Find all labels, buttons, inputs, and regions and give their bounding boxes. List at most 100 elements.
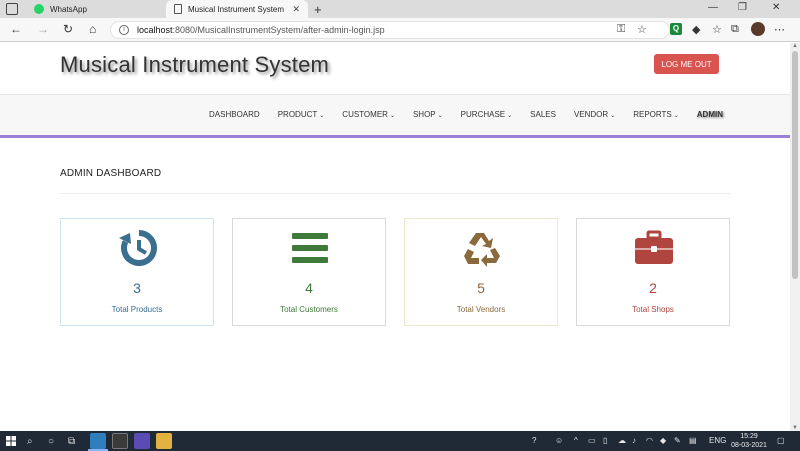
volume-icon[interactable]: ♪	[632, 436, 636, 445]
nav-purchase[interactable]: PURCHASE ⌄	[461, 110, 512, 119]
more-icon[interactable]: ⋯	[774, 23, 785, 36]
history-icon	[119, 230, 157, 266]
tray-chevron-icon[interactable]: ^	[574, 436, 578, 445]
briefcase-icon	[635, 230, 673, 264]
total-vendors-card[interactable]: 5 Total Vendors	[404, 218, 558, 326]
wifi-icon[interactable]: ◠	[646, 436, 653, 445]
main-navbar: DASHBOARD PRODUCT ⌄ CUSTOMER ⌄ SHOP ⌄ PURCH…	[0, 95, 790, 138]
search-icon[interactable]: ⌕	[27, 436, 33, 447]
clock-time: 15:29	[740, 433, 758, 440]
nav-label: DASHBOARD	[209, 110, 260, 119]
tab-musical-instrument-system[interactable]: Musical Instrument System ✕	[166, 0, 308, 18]
favorite-add-icon[interactable]: ☆	[637, 23, 647, 36]
taskbar: ⌕ ○ ⧉ ? ☺ ^ ▭ ▯ ☁ ♪ ◠ ◆ ✎ ▤ ENG 15:29 08…	[0, 431, 800, 451]
card-value: 3	[133, 280, 141, 296]
minimize-icon[interactable]: —	[708, 2, 718, 13]
network-icon[interactable]: ▤	[689, 436, 697, 445]
nav-label: REPORTS	[633, 110, 672, 119]
card-value: 5	[477, 280, 485, 296]
cortana-icon[interactable]: ○	[48, 436, 54, 447]
tab-actions-icon[interactable]	[6, 3, 18, 15]
clock-date: 08-03-2021	[731, 442, 767, 449]
total-customers-card[interactable]: 4 Total Customers	[232, 218, 386, 326]
total-shops-card[interactable]: 2 Total Shops	[576, 218, 730, 326]
tab-strip: WhatsApp Musical Instrument System ✕ + —…	[0, 0, 800, 18]
system-clock[interactable]: 15:29 08-03-2021	[730, 432, 768, 450]
restore-icon[interactable]: ❐	[738, 2, 747, 13]
chevron-down-icon: ⌄	[437, 113, 443, 119]
file-explorer-icon[interactable]	[156, 433, 172, 449]
scrollbar-thumb[interactable]	[792, 51, 798, 279]
site-title: Musical Instrument System	[60, 52, 330, 77]
settings-app-icon[interactable]	[134, 433, 150, 449]
url-host: localhost	[137, 25, 173, 35]
chevron-down-icon: ⌄	[319, 113, 325, 119]
nav-label: ADMIN	[696, 110, 723, 119]
nav-admin[interactable]: ADMIN	[697, 110, 723, 119]
dropbox-icon[interactable]: ◆	[692, 23, 700, 36]
browser-toolbar: ← → ↻ ⌂ i localhost :8080/MusicalInstrum…	[0, 18, 800, 42]
language-indicator[interactable]: ENG	[709, 436, 726, 445]
key-icon[interactable]: ⚿	[617, 23, 625, 36]
back-icon[interactable]: ←	[10, 22, 22, 36]
phone-icon[interactable]: ▯	[603, 436, 607, 445]
notification-icon[interactable]: ▢	[777, 436, 785, 445]
card-value: 2	[649, 280, 657, 296]
site-header: Musical Instrument System LOG ME OUT	[0, 43, 790, 95]
scroll-up-icon[interactable]: ▲	[792, 43, 798, 49]
chevron-down-icon: ⌄	[507, 113, 513, 119]
close-window-icon[interactable]: ✕	[772, 2, 780, 13]
task-view-icon[interactable]: ⧉	[68, 436, 75, 447]
nav-label: VENDOR	[573, 110, 609, 119]
edge-app-icon[interactable]	[90, 433, 106, 449]
info-icon[interactable]: i	[119, 25, 129, 35]
profile-avatar[interactable]	[751, 22, 765, 36]
tab-title: Musical Instrument System	[188, 4, 285, 14]
page-scrollbar[interactable]: ▲ ▼	[790, 43, 800, 431]
page-title: ADMIN DASHBOARD	[60, 168, 162, 179]
card-label: Total Vendors	[456, 305, 506, 314]
pen-icon[interactable]: ✎	[674, 436, 681, 445]
chevron-down-icon: ⌄	[389, 113, 395, 119]
help-icon[interactable]: ?	[532, 436, 536, 445]
tab-whatsapp[interactable]: WhatsApp	[28, 0, 164, 18]
collections-icon[interactable]: ⧉	[731, 23, 739, 36]
home-icon[interactable]: ⌂	[89, 22, 96, 36]
card-label: Total Customers	[280, 305, 338, 314]
battery-icon[interactable]: ▭	[588, 436, 596, 445]
logout-button[interactable]: LOG ME OUT	[654, 54, 719, 74]
total-products-card[interactable]: 3 Total Products	[60, 218, 214, 326]
nav-label: SHOP	[412, 110, 436, 119]
card-value: 4	[305, 280, 313, 296]
new-tab-button[interactable]: +	[314, 2, 322, 17]
nav-product[interactable]: PRODUCT ⌄	[278, 110, 325, 119]
nav-shop[interactable]: SHOP ⌄	[413, 110, 443, 119]
refresh-icon[interactable]: ↻	[63, 22, 73, 36]
browser-window: WhatsApp Musical Instrument System ✕ + —…	[0, 0, 800, 431]
nav-vendor[interactable]: VENDOR ⌄	[574, 110, 615, 119]
nav-reports[interactable]: REPORTS ⌄	[633, 110, 679, 119]
people-icon[interactable]: ☺	[555, 436, 563, 445]
chevron-down-icon: ⌄	[610, 113, 616, 119]
nav-sales[interactable]: SALES	[530, 110, 556, 119]
tab-title: WhatsApp	[50, 4, 87, 14]
windows-start-icon[interactable]	[6, 436, 16, 446]
address-bar[interactable]: i localhost :8080/MusicalInstrumentSyste…	[110, 21, 670, 39]
cloud-icon[interactable]: ☁	[618, 436, 626, 445]
divider	[60, 193, 731, 194]
terminal-app-icon[interactable]	[112, 433, 128, 449]
close-tab-icon[interactable]: ✕	[292, 4, 300, 15]
nav-label: PRODUCT	[277, 110, 318, 119]
nav-dashboard[interactable]: DASHBOARD	[209, 110, 260, 119]
bars-icon	[292, 233, 328, 263]
nav-label: SALES	[530, 110, 556, 119]
extension-icon[interactable]: Q	[670, 23, 682, 35]
nav-customer[interactable]: CUSTOMER ⌄	[342, 110, 395, 119]
favorites-icon[interactable]: ☆	[712, 23, 722, 36]
whatsapp-icon	[34, 4, 44, 14]
recycle-icon	[464, 233, 500, 267]
dropbox-tray-icon[interactable]: ◆	[660, 436, 666, 445]
forward-icon[interactable]: →	[37, 22, 49, 36]
nav-label: CUSTOMER	[342, 110, 388, 119]
page-viewport: Musical Instrument System LOG ME OUT DAS…	[0, 43, 790, 431]
